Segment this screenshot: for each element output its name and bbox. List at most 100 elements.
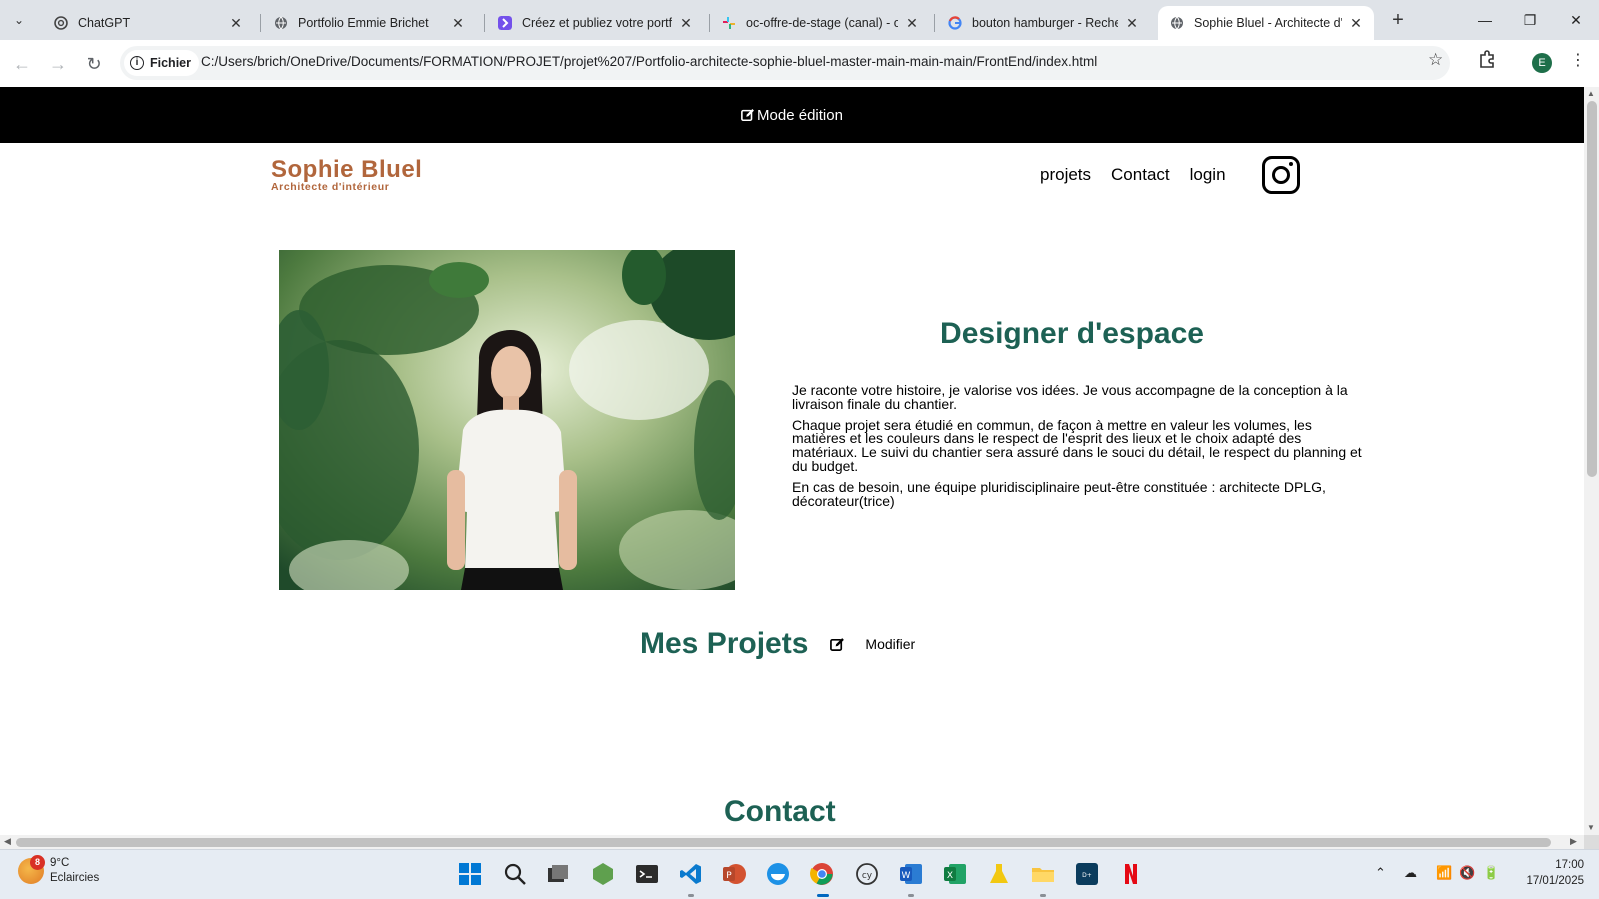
clock-date: 17/01/2025 xyxy=(1526,875,1584,887)
onedrive-sync-icon[interactable]: ☁ xyxy=(1404,865,1417,881)
close-tab-icon[interactable]: ✕ xyxy=(1124,15,1140,31)
tab-openclassrooms[interactable]: Créez et publiez votre portfo ✕ xyxy=(486,6,704,40)
new-tab-button[interactable]: + xyxy=(1386,9,1410,32)
minimize-button[interactable]: — xyxy=(1473,8,1497,32)
url-text[interactable]: C:/Users/brich/OneDrive/Documents/FORMAT… xyxy=(201,54,1097,69)
system-clock[interactable]: 17:00 17/01/2025 xyxy=(1518,857,1584,889)
projects-header: Mes Projets Modifier xyxy=(640,627,915,661)
nodejs-icon[interactable] xyxy=(591,862,615,886)
browser-tab-strip: ⌄ ChatGPT ✕ Portfolio Emmie Brichet ✕ Cr… xyxy=(0,0,1599,40)
scroll-left-arrow-icon[interactable]: ◀ xyxy=(4,836,11,847)
main-nav: projets Contact login xyxy=(1040,165,1226,185)
tab-title: ChatGPT xyxy=(78,16,131,30)
extensions-puzzle-icon[interactable] xyxy=(1478,50,1496,73)
instagram-icon[interactable] xyxy=(1262,156,1300,194)
site-logo[interactable]: Sophie Bluel Architecte d'intérieur xyxy=(271,156,422,193)
close-window-button[interactable]: ✕ xyxy=(1564,8,1588,32)
svg-text:P: P xyxy=(726,871,732,881)
weather-temp: 9°C xyxy=(50,857,70,869)
tab-search-chevron-icon[interactable]: ⌄ xyxy=(6,8,32,32)
close-tab-icon[interactable]: ✕ xyxy=(678,15,694,31)
close-tab-icon[interactable]: ✕ xyxy=(1348,15,1364,31)
back-button[interactable]: ← xyxy=(10,52,34,76)
vertical-scroll-thumb[interactable] xyxy=(1587,101,1597,477)
scheme-label: Fichier xyxy=(150,56,191,70)
docker-icon[interactable] xyxy=(766,862,790,886)
search-icon[interactable] xyxy=(503,862,527,886)
weather-sun-icon: 8 xyxy=(18,855,45,884)
windows-taskbar: 8 9°C Eclaircies P cy W X D+ ⌃ ☁ 📶 🔇 🔋 1… xyxy=(0,849,1599,899)
nav-projets[interactable]: projets xyxy=(1040,165,1091,185)
scroll-down-arrow-icon[interactable]: ▼ xyxy=(1587,823,1595,832)
restore-button[interactable]: ❐ xyxy=(1518,8,1542,32)
info-icon: i xyxy=(130,56,144,70)
profile-avatar[interactable]: E xyxy=(1532,53,1552,73)
globe-icon xyxy=(1171,16,1183,30)
nav-contact[interactable]: Contact xyxy=(1111,165,1170,185)
tab-google-search[interactable]: bouton hamburger - Recherc ✕ xyxy=(936,6,1150,40)
tab-slack[interactable]: oc-offre-de-stage (canal) - o ✕ xyxy=(710,6,930,40)
wifi-icon[interactable]: 📶 xyxy=(1436,865,1452,881)
svg-text:X: X xyxy=(947,871,953,881)
file-explorer-icon[interactable] xyxy=(1031,862,1055,886)
cypress-icon[interactable]: cy xyxy=(855,862,879,886)
windows-start-icon[interactable] xyxy=(458,862,482,886)
battery-icon[interactable]: 🔋 xyxy=(1483,865,1499,881)
chrome-icon[interactable] xyxy=(810,862,834,886)
site-info-chip[interactable]: i Fichier xyxy=(124,50,199,76)
modify-button[interactable]: Modifier xyxy=(830,636,915,652)
volume-muted-icon[interactable]: 🔇 xyxy=(1459,865,1475,881)
lab-flask-icon[interactable] xyxy=(987,862,1011,886)
edit-pen-icon xyxy=(830,637,845,651)
browser-toolbar: ← → ↻ i Fichier C:/Users/brich/OneDrive/… xyxy=(0,40,1599,87)
terminal-icon[interactable] xyxy=(635,862,659,886)
disney-plus-icon[interactable]: D+ xyxy=(1075,862,1099,886)
weather-condition: Eclaircies xyxy=(50,872,100,884)
svg-text:W: W xyxy=(902,871,911,881)
tab-portfolio-emmie[interactable]: Portfolio Emmie Brichet ✕ xyxy=(262,6,476,40)
google-icon xyxy=(948,16,962,30)
horizontal-scrollbar[interactable]: ◀ ▶ xyxy=(0,835,1584,849)
horizontal-scroll-thumb[interactable] xyxy=(16,838,1551,847)
slack-icon xyxy=(723,17,735,29)
tab-title: Portfolio Emmie Brichet xyxy=(298,16,429,30)
scroll-up-arrow-icon[interactable]: ▲ xyxy=(1587,89,1595,98)
close-tab-icon[interactable]: ✕ xyxy=(904,15,920,31)
powerpoint-icon[interactable]: P xyxy=(722,862,746,886)
edit-mode-label: Mode édition xyxy=(757,106,843,124)
projects-title: Mes Projets xyxy=(640,627,809,660)
netflix-icon[interactable] xyxy=(1119,862,1143,886)
scroll-right-arrow-icon[interactable]: ▶ xyxy=(1570,836,1577,847)
tray-chevron-up-icon[interactable]: ⌃ xyxy=(1375,865,1386,881)
weather-badge: 8 xyxy=(30,855,45,870)
svg-text:D+: D+ xyxy=(1082,872,1092,879)
tab-title: Créez et publiez votre portfo xyxy=(522,16,672,30)
close-tab-icon[interactable]: ✕ xyxy=(228,15,244,31)
task-view-icon[interactable] xyxy=(546,862,570,886)
menu-kebab-icon[interactable]: ⋮ xyxy=(1570,50,1586,70)
modify-label: Modifier xyxy=(865,636,916,652)
reload-button[interactable]: ↻ xyxy=(82,52,106,76)
nav-login[interactable]: login xyxy=(1190,165,1226,185)
edit-mode-banner: Mode édition xyxy=(0,87,1584,143)
clock-time: 17:00 xyxy=(1555,859,1584,871)
vertical-scrollbar[interactable]: ▲ ▼ xyxy=(1584,87,1599,835)
tab-sophie-bluel[interactable]: Sophie Bluel - Architecte d'in ✕ xyxy=(1158,6,1374,40)
address-bar[interactable]: i Fichier C:/Users/brich/OneDrive/Docume… xyxy=(120,46,1450,80)
bookmark-star-icon[interactable]: ☆ xyxy=(1428,50,1443,70)
close-tab-icon[interactable]: ✕ xyxy=(450,15,466,31)
edit-pen-icon xyxy=(741,109,754,122)
openclassrooms-icon xyxy=(498,16,512,30)
excel-icon[interactable]: X xyxy=(943,862,967,886)
tab-title: oc-offre-de-stage (canal) - o xyxy=(746,16,898,30)
forward-button[interactable]: → xyxy=(46,52,70,76)
weather-widget[interactable]: 8 9°C Eclaircies xyxy=(18,855,100,886)
tab-title: Sophie Bluel - Architecte d'in xyxy=(1194,16,1342,30)
vscode-icon[interactable] xyxy=(679,862,703,886)
intro-paragraph: Je raconte votre histoire, je valorise v… xyxy=(792,382,1348,412)
page-viewport: Mode édition Sophie Bluel Architecte d'i… xyxy=(0,87,1584,835)
chatgpt-icon xyxy=(54,16,68,30)
tab-chatgpt[interactable]: ChatGPT ✕ xyxy=(42,6,254,40)
word-icon[interactable]: W xyxy=(899,862,923,886)
logo-name: Sophie Bluel xyxy=(271,156,423,183)
